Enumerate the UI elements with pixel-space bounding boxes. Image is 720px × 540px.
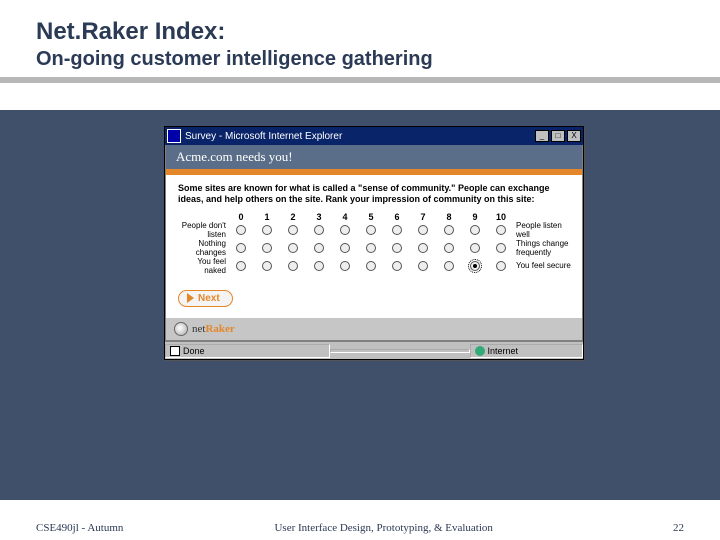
rating-radio[interactable] bbox=[444, 243, 454, 253]
rating-right-label: Things change frequently bbox=[512, 240, 572, 258]
rating-radio[interactable] bbox=[496, 225, 506, 235]
scale-header-cell: 9 bbox=[464, 212, 486, 222]
rating-left-label: You feel naked bbox=[176, 258, 230, 276]
rating-left-label: Nothing changes bbox=[176, 240, 230, 258]
scale-header-cell: 6 bbox=[386, 212, 408, 222]
slide-title: Net.Raker Index: bbox=[36, 18, 720, 46]
next-button-label: Next bbox=[198, 293, 220, 304]
rating-radio[interactable] bbox=[418, 225, 428, 235]
rating-radio[interactable] bbox=[470, 261, 480, 271]
globe-icon bbox=[174, 322, 188, 336]
rating-radio[interactable] bbox=[340, 243, 350, 253]
next-button[interactable]: Next bbox=[178, 290, 233, 307]
rating-radio[interactable] bbox=[314, 243, 324, 253]
scale-header-cell: 3 bbox=[308, 212, 330, 222]
rating-radio[interactable] bbox=[470, 243, 480, 253]
document-icon bbox=[170, 346, 180, 356]
rating-grid: 0123456789 10 People don't listen People l… bbox=[166, 210, 582, 284]
rating-radio[interactable] bbox=[262, 243, 272, 253]
brand-net: net bbox=[192, 323, 205, 335]
scale-header-cell: 10 bbox=[490, 212, 512, 222]
rating-radio[interactable] bbox=[496, 261, 506, 271]
footer-center: User Interface Design, Prototyping, & Ev… bbox=[123, 522, 644, 534]
rating-radio[interactable] bbox=[366, 225, 376, 235]
rating-radio[interactable] bbox=[236, 243, 246, 253]
brand-bar: netRaker bbox=[166, 318, 582, 340]
ie-icon bbox=[167, 129, 181, 143]
status-bar: Done Internet bbox=[165, 341, 583, 359]
divider bbox=[0, 77, 720, 83]
window-title: Survey - Microsoft Internet Explorer bbox=[185, 131, 342, 142]
rating-radio[interactable] bbox=[236, 261, 246, 271]
rating-left-label: People don't listen bbox=[176, 222, 230, 240]
status-zone: Internet bbox=[488, 346, 519, 356]
slide-subtitle: On-going customer intelligence gathering bbox=[36, 48, 720, 71]
status-done: Done bbox=[183, 346, 205, 356]
arrow-right-icon bbox=[187, 293, 194, 303]
maximize-button[interactable]: □ bbox=[551, 130, 565, 142]
window-titlebar: Survey - Microsoft Internet Explorer _ □… bbox=[165, 127, 583, 145]
rating-radio[interactable] bbox=[392, 261, 402, 271]
rating-radio[interactable] bbox=[496, 243, 506, 253]
rating-radio[interactable] bbox=[288, 225, 298, 235]
rating-right-label: You feel secure bbox=[512, 262, 572, 271]
rating-right-label: People listen well bbox=[512, 222, 572, 240]
brand-raker: Raker bbox=[205, 323, 234, 335]
browser-window: Survey - Microsoft Internet Explorer _ □… bbox=[164, 126, 584, 360]
minimize-button[interactable]: _ bbox=[535, 130, 549, 142]
rating-radio[interactable] bbox=[314, 261, 324, 271]
rating-radio[interactable] bbox=[340, 225, 350, 235]
rating-radio[interactable] bbox=[470, 225, 480, 235]
rating-radio[interactable] bbox=[262, 261, 272, 271]
close-button[interactable]: X bbox=[567, 130, 581, 142]
internet-zone-icon bbox=[475, 346, 485, 356]
footer-left: CSE490jl - Autumn bbox=[36, 522, 123, 534]
rating-radio[interactable] bbox=[444, 261, 454, 271]
scale-header-cell: 8 bbox=[438, 212, 460, 222]
scale-header-cell: 7 bbox=[412, 212, 434, 222]
scale-header-cell: 0 bbox=[230, 212, 252, 222]
survey-banner: Acme.com needs you! bbox=[166, 145, 582, 175]
rating-row: You feel naked You feel secure bbox=[176, 258, 572, 276]
rating-row: Nothing changes Things change frequently bbox=[176, 240, 572, 258]
rating-radio[interactable] bbox=[366, 243, 376, 253]
rating-radio[interactable] bbox=[418, 243, 428, 253]
rating-radio[interactable] bbox=[262, 225, 272, 235]
rating-radio[interactable] bbox=[236, 225, 246, 235]
rating-radio[interactable] bbox=[288, 243, 298, 253]
slide-footer: CSE490jl - Autumn User Interface Design,… bbox=[0, 522, 720, 534]
rating-radio[interactable] bbox=[340, 261, 350, 271]
rating-radio[interactable] bbox=[314, 225, 324, 235]
survey-prompt: Some sites are known for what is called … bbox=[166, 175, 582, 210]
rating-radio[interactable] bbox=[288, 261, 298, 271]
scale-header-cell: 5 bbox=[360, 212, 382, 222]
footer-page: 22 bbox=[644, 522, 684, 534]
scale-header-cell: 2 bbox=[282, 212, 304, 222]
rating-radio[interactable] bbox=[392, 225, 402, 235]
rating-radio[interactable] bbox=[418, 261, 428, 271]
rating-radio[interactable] bbox=[366, 261, 376, 271]
rating-radio[interactable] bbox=[392, 243, 402, 253]
scale-header-cell: 4 bbox=[334, 212, 356, 222]
scale-header-cell: 1 bbox=[256, 212, 278, 222]
rating-row: People don't listen People listen well bbox=[176, 222, 572, 240]
rating-radio[interactable] bbox=[444, 225, 454, 235]
